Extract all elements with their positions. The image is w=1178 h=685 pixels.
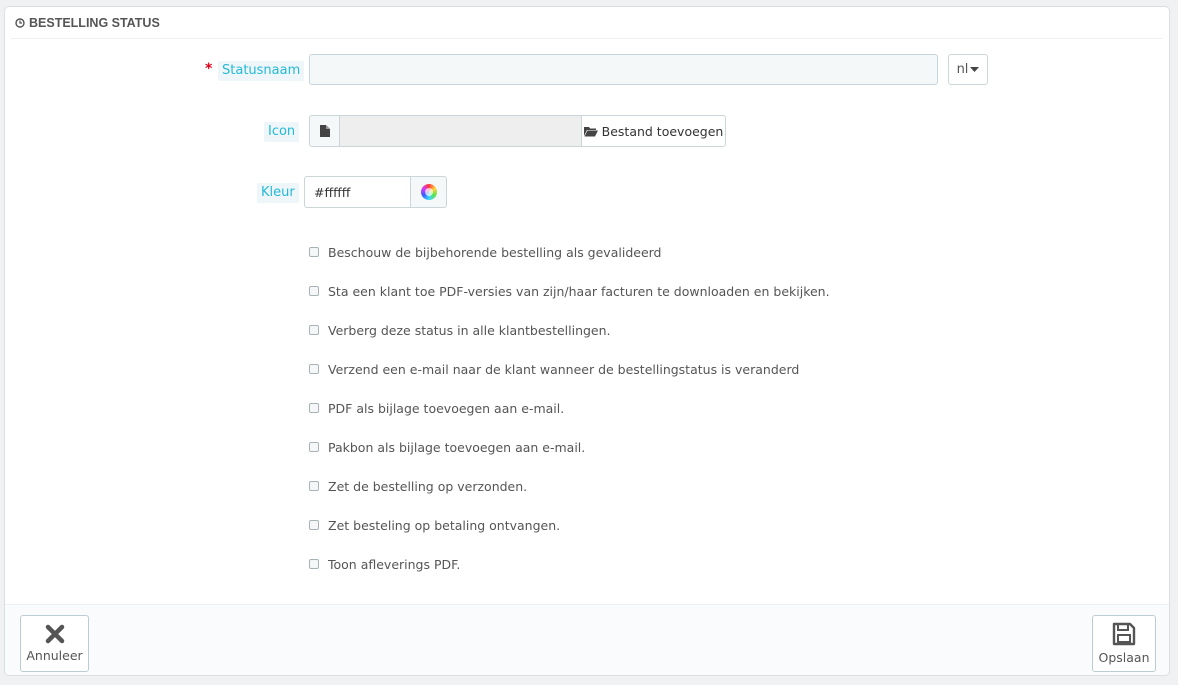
color-wheel-icon [420, 184, 437, 200]
checkbox-row-paid[interactable]: Zet besteling op betaling ontvangen. [309, 516, 560, 534]
checkbox-shipped[interactable] [309, 481, 319, 491]
icon-label: Icon [264, 122, 300, 142]
checkbox-row-send-email[interactable]: Verzend een e-mail naar de klant wanneer… [309, 360, 799, 378]
icon-file-field[interactable] [339, 115, 582, 147]
cancel-label: Annuleer [26, 648, 83, 663]
color-label: Kleur [257, 183, 299, 203]
checkbox-label: Verberg deze status in alle klantbestell… [328, 322, 611, 338]
checkbox-hidden[interactable] [309, 325, 319, 335]
checkbox-row-invoice-pdf[interactable]: Sta een klant toe PDF-versies van zijn/h… [309, 282, 830, 300]
cancel-button[interactable]: Annuleer [20, 615, 89, 672]
checkbox-delivery-pdf[interactable] [309, 559, 319, 569]
checkbox-pdf-attachment[interactable] [309, 403, 319, 413]
color-picker-button[interactable] [410, 176, 447, 208]
language-value: nl [956, 62, 969, 77]
caret-down-icon [970, 66, 980, 72]
panel-footer: Annuleer Opslaan [5, 604, 1169, 675]
checkbox-send-email[interactable] [309, 364, 319, 374]
checkbox-label: Verzend een e-mail naar de klant wanneer… [328, 361, 800, 377]
status-name-label: Statusnaam [218, 61, 305, 81]
checkbox-label: Zet besteling op betaling ontvangen. [328, 517, 561, 533]
checkbox-row-packing-slip[interactable]: Pakbon als bijlage toevoegen aan e-mail. [309, 438, 585, 456]
panel-title: BESTELLING STATUS [29, 16, 160, 30]
checkbox-row-hidden[interactable]: Verberg deze status in alle klantbestell… [309, 321, 611, 339]
checkbox-paid[interactable] [309, 520, 319, 530]
panel-heading: BESTELLING STATUS [5, 7, 1169, 39]
checkbox-label: Beschouw de bijbehorende bestelling als … [328, 244, 662, 260]
status-name-input[interactable] [309, 54, 938, 85]
checkbox-validated[interactable] [309, 247, 319, 257]
file-icon [309, 115, 339, 147]
save-label: Opslaan [1098, 650, 1150, 665]
language-dropdown[interactable]: nl [948, 54, 988, 85]
clock-icon [15, 18, 25, 28]
add-file-button[interactable]: Bestand toevoegen [582, 115, 726, 147]
checkbox-label: Sta een klant toe PDF-versies van zijn/h… [328, 283, 830, 299]
save-button[interactable]: Opslaan [1092, 615, 1156, 672]
checkbox-label: Toon afleverings PDF. [328, 556, 461, 572]
color-input[interactable]: #ffffff [304, 176, 410, 208]
checkbox-row-pdf-attachment[interactable]: PDF als bijlage toevoegen aan e-mail. [309, 399, 564, 417]
save-icon [1112, 622, 1136, 646]
close-icon [45, 624, 64, 644]
checkbox-label: Zet de bestelling op verzonden. [328, 478, 528, 494]
checkbox-row-shipped[interactable]: Zet de bestelling op verzonden. [309, 477, 527, 495]
checkbox-row-delivery-pdf[interactable]: Toon afleverings PDF. [309, 555, 460, 573]
order-status-panel: BESTELLING STATUS * Statusnaam nl Icon B… [4, 6, 1170, 676]
add-file-label: Bestand toevoegen [601, 123, 724, 139]
checkbox-row-validated[interactable]: Beschouw de bijbehorende bestelling als … [309, 243, 661, 261]
checkbox-label: Pakbon als bijlage toevoegen aan e-mail. [328, 439, 586, 455]
checkbox-invoice-pdf[interactable] [309, 286, 319, 296]
folder-open-icon [583, 126, 598, 136]
icon-file-group: Bestand toevoegen [309, 115, 726, 147]
heading-divider [11, 38, 1163, 39]
color-picker-group: #ffffff [304, 176, 447, 208]
required-marker: * [205, 61, 213, 77]
checkbox-label: PDF als bijlage toevoegen aan e-mail. [328, 400, 565, 416]
checkbox-packing-slip[interactable] [309, 442, 319, 452]
